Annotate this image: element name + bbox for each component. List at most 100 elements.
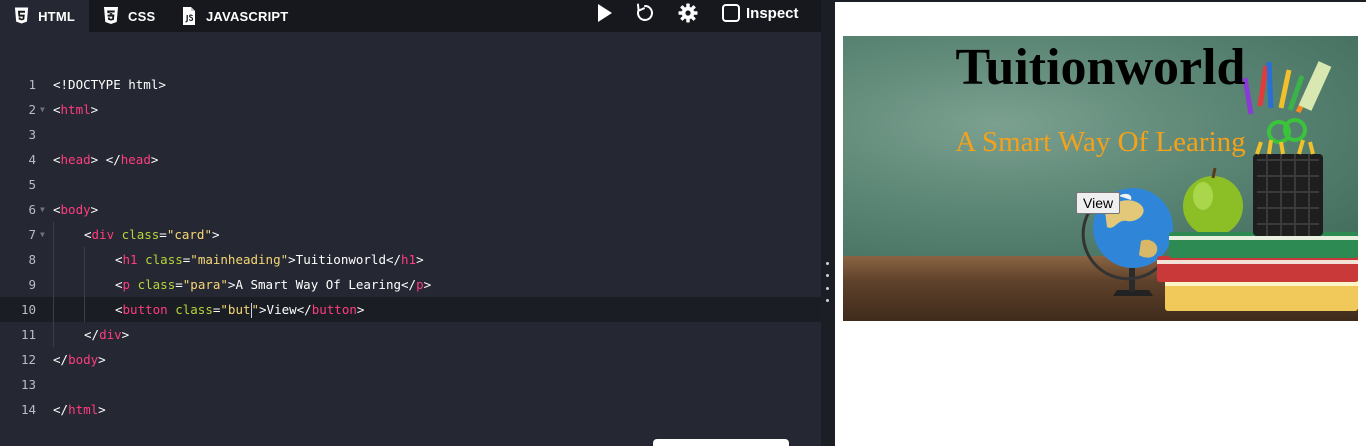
line-number: 7: [28, 227, 36, 242]
code-token: >View</: [259, 302, 312, 317]
code-line[interactable]: 11 </div>: [0, 322, 821, 347]
drag-handle-icon[interactable]: [826, 262, 830, 302]
code-text: </div>: [84, 322, 129, 347]
code-text: <button class="but">View</button>: [115, 297, 364, 322]
tab-html[interactable]: HTML: [0, 0, 89, 32]
code-token: <: [53, 202, 61, 217]
reset-button[interactable]: [633, 1, 657, 25]
code-token: <: [84, 227, 92, 242]
code-token: >: [150, 152, 159, 167]
code-area[interactable]: 1 <!DOCTYPE html> 2 ▼ <html> 3 4 <head> </head>…: [0, 72, 821, 422]
indent-guide: [53, 247, 54, 272]
code-text: <head> </head>: [53, 147, 158, 172]
line-number: 13: [20, 377, 36, 392]
indent-guide: [84, 297, 85, 322]
line-number: 3: [28, 127, 36, 142]
indent-guide: [53, 322, 54, 347]
play-icon: [598, 4, 612, 22]
line-number: 12: [20, 352, 36, 367]
indent-guide: [53, 272, 54, 297]
fold-arrow-icon[interactable]: ▼: [40, 97, 45, 122]
js-file-icon: [183, 7, 195, 25]
code-token: >: [90, 202, 99, 217]
code-token: <: [115, 252, 123, 267]
code-text: <h1 class="mainheading">Tuitionworld</h1…: [115, 247, 424, 272]
code-line[interactable]: 14 </html>: [0, 397, 821, 422]
code-token: "mainheading": [190, 252, 289, 267]
code-token: >A Smart Way Of Learing</: [227, 277, 417, 292]
code-text: </html>: [53, 397, 106, 422]
code-token: >: [416, 252, 424, 267]
code-text: <html>: [53, 97, 98, 122]
run-button[interactable]: [594, 1, 616, 25]
inspect-toggle[interactable]: Inspect: [722, 1, 799, 25]
inspect-checkbox[interactable]: [722, 4, 740, 22]
code-line[interactable]: 6 ▼ <body>: [0, 197, 821, 222]
code-token: <: [115, 277, 123, 292]
code-token: class: [175, 302, 213, 317]
code-token: >: [423, 277, 432, 292]
code-line[interactable]: 10 <button class="but">View</button>: [0, 297, 821, 322]
code-token: >: [211, 227, 220, 242]
code-token: >: [98, 352, 106, 367]
code-line[interactable]: 4 <head> </head>: [0, 147, 821, 172]
code-text: </body>: [53, 347, 106, 372]
tagline-paragraph: A Smart Way Of Learing: [955, 126, 1246, 158]
main-heading: Tuitionworld: [955, 39, 1246, 96]
code-token: head: [120, 152, 151, 167]
code-token: >Tuitionworld</: [288, 252, 402, 267]
code-token: >: [98, 402, 106, 417]
inspect-label: Inspect: [746, 4, 799, 22]
code-line[interactable]: 5: [0, 172, 821, 197]
css3-icon: [104, 7, 118, 24]
code-token: >: [121, 327, 130, 342]
code-line[interactable]: 2 ▼ <html>: [0, 97, 821, 122]
code-editor-pane: HTML CSS JAVASCRIPT Inspect 1 <!DOCTYPE …: [0, 0, 821, 446]
code-token: ": [251, 302, 260, 317]
code-line[interactable]: 3: [0, 122, 821, 147]
code-line[interactable]: 9 <p class="para">A Smart Way Of Learing<…: [0, 272, 821, 297]
indent-guide: [53, 297, 54, 322]
refresh-icon: [637, 3, 653, 21]
code-token: </: [53, 352, 69, 367]
code-token: > </: [90, 152, 121, 167]
tab-javascript-label: JAVASCRIPT: [206, 8, 289, 24]
code-token: body: [68, 352, 99, 367]
code-token: =: [159, 227, 167, 242]
line-number: 1: [28, 77, 36, 92]
tab-html-label: HTML: [38, 8, 75, 24]
tab-javascript[interactable]: JAVASCRIPT: [167, 0, 302, 32]
code-line[interactable]: 1 <!DOCTYPE html>: [0, 72, 821, 97]
code-token: =: [175, 277, 183, 292]
view-button[interactable]: View: [1076, 192, 1121, 214]
code-token: p: [122, 277, 131, 292]
code-token: head: [60, 152, 91, 167]
code-line[interactable]: 7 ▼ <div class="card">: [0, 222, 821, 247]
code-line[interactable]: 13: [0, 372, 821, 397]
code-line[interactable]: 12 </body>: [0, 347, 821, 372]
code-token: "card": [166, 227, 212, 242]
fold-arrow-icon[interactable]: ▼: [40, 197, 45, 222]
code-token: button: [311, 302, 357, 317]
code-token: div: [99, 327, 122, 342]
fold-arrow-icon[interactable]: ▼: [40, 222, 45, 247]
code-token: <: [53, 102, 61, 117]
books-icon: [1157, 232, 1358, 311]
code-token: <: [53, 152, 61, 167]
code-token: button: [122, 302, 168, 317]
editor-topbar: HTML CSS JAVASCRIPT Inspect: [0, 0, 821, 32]
line-number: 11: [20, 327, 36, 342]
bottom-pill: [653, 439, 789, 446]
code-token: div: [91, 227, 115, 242]
pane-splitter[interactable]: [821, 0, 835, 446]
code-token: p: [416, 277, 424, 292]
code-line[interactable]: 8 <h1 class="mainheading">Tuitionworld</h…: [0, 247, 821, 272]
code-token: <: [115, 302, 123, 317]
tab-css[interactable]: CSS: [89, 0, 169, 32]
code-text: <div class="card">: [84, 222, 220, 247]
line-number: 8: [28, 252, 36, 267]
settings-button[interactable]: [676, 1, 700, 25]
